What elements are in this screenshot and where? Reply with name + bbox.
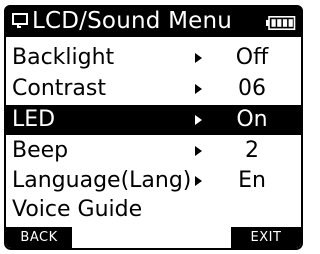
menu-header: LCD/Sound Menu xyxy=(4,5,303,37)
arrow-right-icon xyxy=(195,84,202,94)
menu-item-label: Voice Guide xyxy=(12,197,143,222)
menu-item-beep[interactable]: Beep 2 xyxy=(6,136,301,166)
menu-item-language[interactable]: Language(Lang) En xyxy=(6,166,301,196)
menu-item-label: Contrast xyxy=(12,76,107,101)
menu-title: LCD/Sound Menu xyxy=(32,8,233,34)
arrow-right-icon xyxy=(195,146,202,156)
exit-button[interactable]: EXIT xyxy=(231,227,301,248)
menu-item-label: Language(Lang) xyxy=(12,168,192,193)
menu-item-value: En xyxy=(238,168,266,193)
back-button[interactable]: BACK xyxy=(6,227,72,248)
menu-item-voice-guide[interactable]: Voice Guide xyxy=(6,195,301,225)
arrow-right-icon xyxy=(195,176,202,186)
menu-item-led[interactable]: LED On xyxy=(6,105,301,135)
menu-speech-icon xyxy=(12,13,28,33)
menu-item-label: LED xyxy=(12,107,56,132)
menu-item-value: Off xyxy=(235,45,269,70)
menu-item-value: On xyxy=(236,107,268,132)
menu-item-value: 2 xyxy=(245,138,259,163)
battery-full-icon xyxy=(266,15,296,34)
menu-item-value: 06 xyxy=(238,76,266,101)
lcd-screen: LCD/Sound Menu Backlight Off Contrast 06… xyxy=(0,0,307,254)
menu-item-contrast[interactable]: Contrast 06 xyxy=(6,74,301,104)
arrow-right-icon xyxy=(195,115,202,125)
menu-item-backlight[interactable]: Backlight Off xyxy=(6,43,301,73)
menu-item-label: Backlight xyxy=(12,45,115,70)
arrow-right-icon xyxy=(195,53,202,63)
menu-item-label: Beep xyxy=(12,138,69,163)
